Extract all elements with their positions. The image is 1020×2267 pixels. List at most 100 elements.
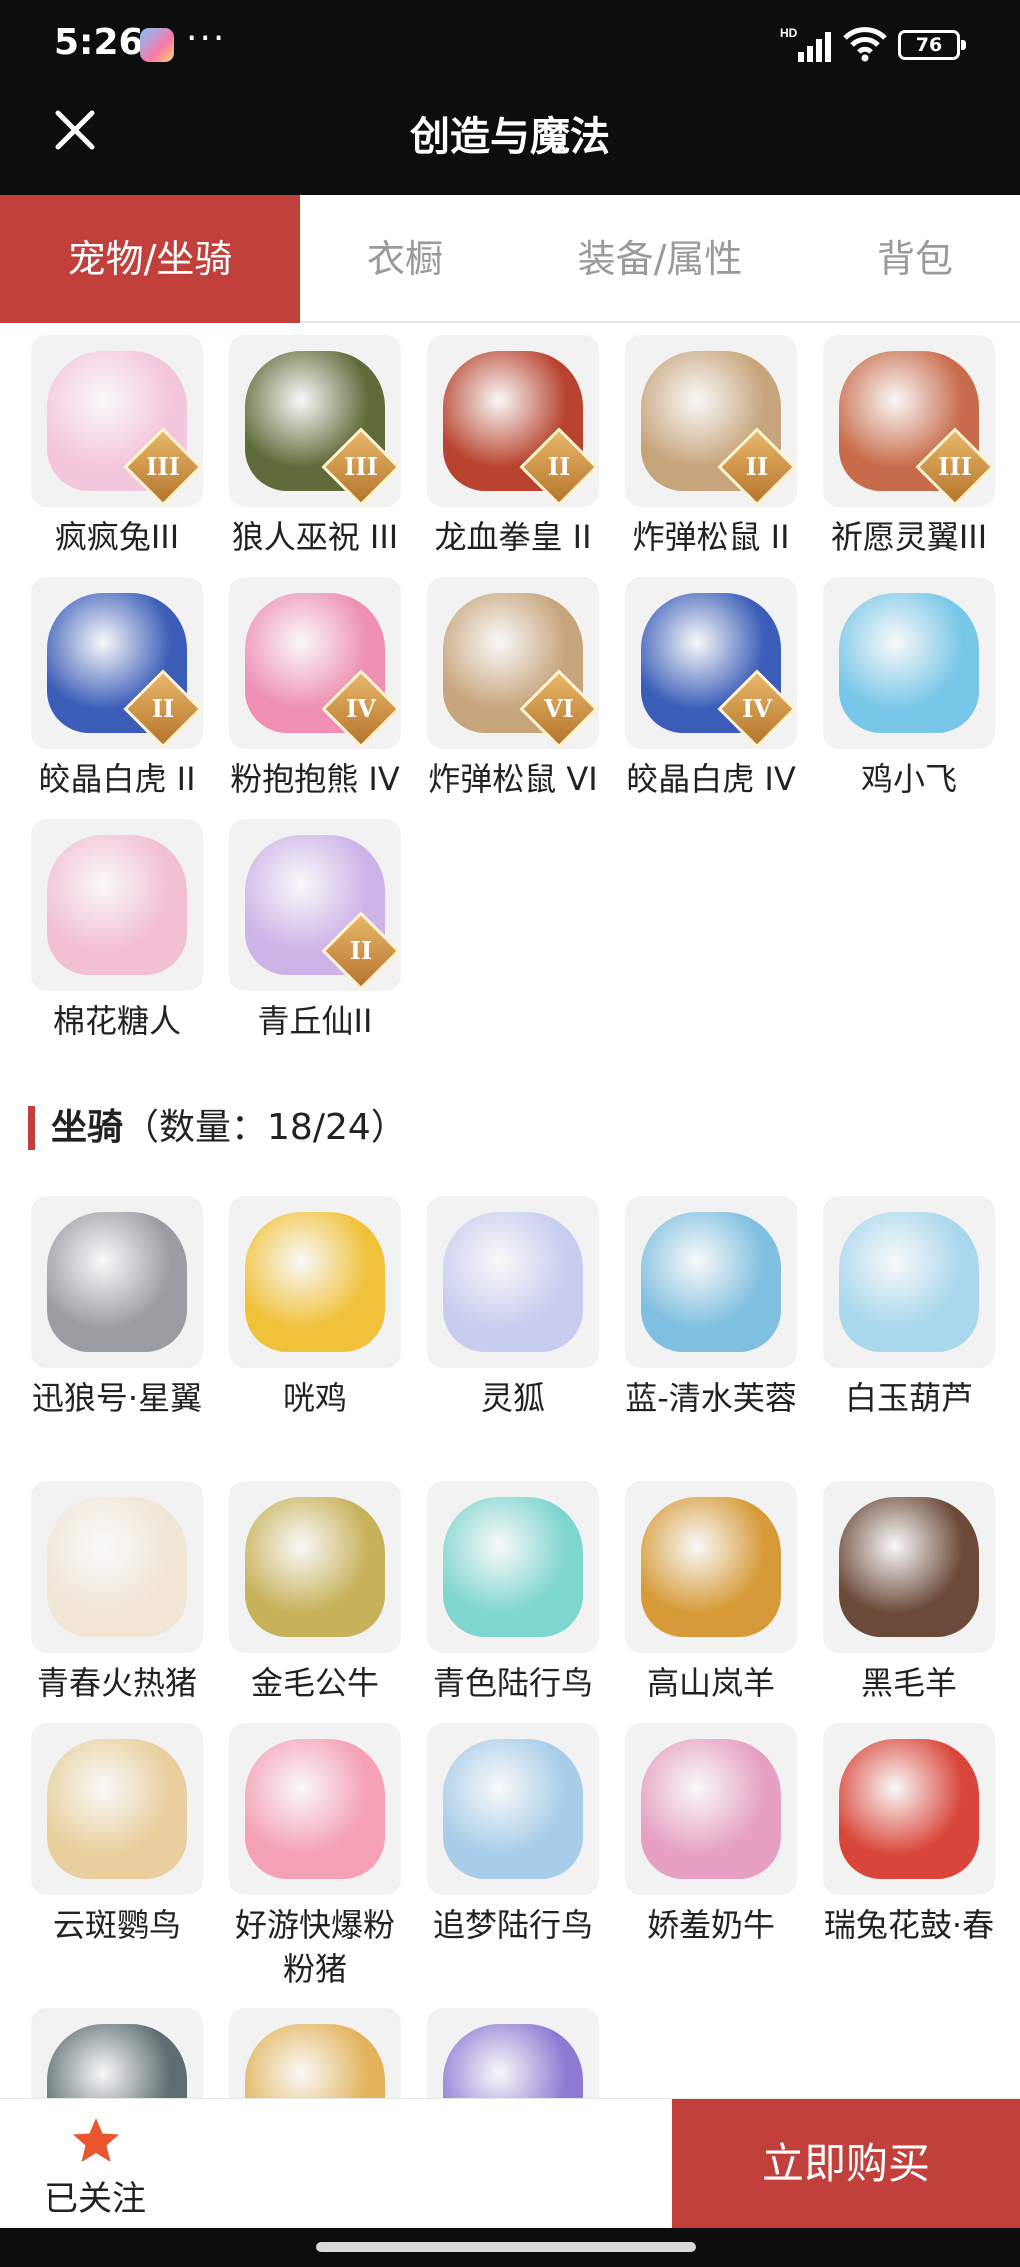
pet-thumbnail: III bbox=[229, 335, 401, 507]
pet-name: 粉抱抱熊 IV bbox=[230, 760, 400, 798]
pet-name: 炸弹松鼠 II bbox=[632, 518, 790, 556]
mount-thumbnail bbox=[229, 1481, 401, 1653]
pet-name: 狼人巫祝 III bbox=[231, 518, 399, 556]
signal-icon: HD bbox=[780, 26, 831, 62]
mount-item[interactable]: 瑞兔花鼓·春 bbox=[814, 1723, 1002, 1947]
pet-artwork bbox=[47, 835, 187, 975]
pet-thumbnail: VI bbox=[427, 577, 599, 749]
pet-item[interactable]: IV 粉抱抱熊 IV bbox=[220, 577, 410, 801]
home-indicator[interactable] bbox=[316, 2242, 696, 2252]
mounts-section-title: 坐骑 bbox=[51, 1107, 124, 1148]
mount-thumbnail bbox=[229, 1196, 401, 1368]
buy-now-button[interactable]: 立即购买 bbox=[672, 2099, 1020, 2229]
mount-artwork bbox=[443, 2024, 583, 2098]
rank-badge-label: IV bbox=[742, 694, 772, 723]
pet-item[interactable]: II 皎晶白虎 II bbox=[22, 577, 212, 801]
pet-item[interactable]: III 疯疯兔III bbox=[22, 335, 212, 559]
mount-name: 金毛公牛 bbox=[250, 1664, 379, 1702]
mount-name: 蓝-清水芙蓉 bbox=[625, 1379, 797, 1417]
mount-artwork bbox=[641, 1739, 781, 1879]
game-app-icon bbox=[140, 28, 174, 62]
mount-thumbnail bbox=[229, 1723, 401, 1895]
pet-grid: III 疯疯兔III III 狼人巫祝 III II 龙血拳皇 II II 炸弹松鼠 II II… bbox=[22, 335, 1002, 1055]
mount-grid: 迅狼号·星翼 咣鸡 灵狐 蓝-清水芙蓉 白玉葫芦青春火热猪 金毛公牛 青色陆行鸟 高山岚羊 黑毛… bbox=[22, 1196, 1002, 2098]
mount-thumbnail bbox=[823, 1723, 995, 1895]
mount-name: 高山岚羊 bbox=[646, 1664, 775, 1702]
mount-name: 迅狼号·星翼 bbox=[31, 1379, 203, 1417]
pet-item[interactable]: II 炸弹松鼠 II bbox=[616, 335, 806, 559]
mount-artwork bbox=[245, 1739, 385, 1879]
pet-item[interactable]: IV 皎晶白虎 IV bbox=[616, 577, 806, 801]
mount-artwork bbox=[641, 1497, 781, 1637]
pet-item[interactable]: II 青丘仙II bbox=[220, 819, 410, 1043]
top-bar: 5:26 ··· HD 76 创造与魔法 bbox=[0, 0, 1020, 195]
mount-thumbnail bbox=[625, 1723, 797, 1895]
status-time: 5:26 bbox=[54, 22, 144, 63]
mount-item[interactable]: 金毛公牛 bbox=[220, 1481, 410, 1705]
mount-thumbnail bbox=[31, 1196, 203, 1368]
mount-artwork bbox=[245, 1212, 385, 1352]
mount-item[interactable]: 蓝-清水芙蓉 bbox=[616, 1196, 806, 1420]
follow-button[interactable]: 已关注 bbox=[0, 2099, 190, 2229]
tab-pets-mounts[interactable]: 宠物/坐骑 bbox=[0, 195, 300, 323]
mount-thumbnail bbox=[229, 2008, 401, 2098]
mount-item[interactable] bbox=[418, 2008, 608, 2098]
tab-bar: 宠物/坐骑 衣橱 装备/属性 背包 bbox=[0, 195, 1020, 323]
pet-thumbnail: IV bbox=[625, 577, 797, 749]
mount-artwork bbox=[443, 1212, 583, 1352]
mount-item[interactable]: 高山岚羊 bbox=[616, 1481, 806, 1705]
wifi-icon bbox=[843, 27, 887, 62]
more-notifications-icon: ··· bbox=[186, 18, 227, 59]
rank-badge-label: III bbox=[146, 452, 180, 481]
mount-name: 瑞兔花鼓·春 bbox=[823, 1906, 995, 1944]
pet-item[interactable]: VI 炸弹松鼠 VI bbox=[418, 577, 608, 801]
mount-name: 青春火热猪 bbox=[36, 1664, 197, 1702]
mount-thumbnail bbox=[823, 1481, 995, 1653]
mount-thumbnail bbox=[427, 1723, 599, 1895]
rank-badge-label: II bbox=[151, 694, 175, 723]
mount-item[interactable] bbox=[220, 2008, 410, 2098]
mount-item[interactable]: 青春火热猪 bbox=[22, 1481, 212, 1705]
tab-wardrobe[interactable]: 衣橱 bbox=[300, 195, 510, 323]
rank-badge-label: III bbox=[938, 452, 972, 481]
mount-name: 云斑鹦鸟 bbox=[52, 1906, 181, 1944]
mount-name: 青色陆行鸟 bbox=[432, 1664, 593, 1702]
mount-item[interactable]: 娇羞奶牛 bbox=[616, 1723, 806, 1947]
mount-name: 黑毛羊 bbox=[860, 1664, 957, 1702]
mount-item[interactable]: 好游快爆粉粉猪 bbox=[220, 1723, 410, 1991]
pet-name: 祈愿灵翼III bbox=[830, 518, 988, 556]
mount-name: 灵狐 bbox=[480, 1379, 545, 1417]
mount-item[interactable]: 白玉葫芦 bbox=[814, 1196, 1002, 1420]
star-icon bbox=[73, 2118, 119, 2162]
mount-item[interactable]: 青色陆行鸟 bbox=[418, 1481, 608, 1705]
mount-artwork bbox=[443, 1497, 583, 1637]
mount-artwork bbox=[245, 2024, 385, 2098]
mount-artwork bbox=[839, 1497, 979, 1637]
pet-artwork bbox=[839, 593, 979, 733]
mount-name: 追梦陆行鸟 bbox=[432, 1906, 593, 1944]
pet-item[interactable]: III 祈愿灵翼III bbox=[814, 335, 1004, 559]
pet-thumbnail: II bbox=[427, 335, 599, 507]
mount-thumbnail bbox=[427, 1481, 599, 1653]
mount-item[interactable]: 云斑鹦鸟 bbox=[22, 1723, 212, 1947]
rank-badge-label: II bbox=[349, 936, 373, 965]
rank-badge-label: VI bbox=[544, 694, 574, 723]
pet-item[interactable]: 鸡小飞 bbox=[814, 577, 1004, 801]
mount-artwork bbox=[839, 1212, 979, 1352]
pet-item[interactable]: II 龙血拳皇 II bbox=[418, 335, 608, 559]
mount-artwork bbox=[443, 1739, 583, 1879]
pet-item[interactable]: III 狼人巫祝 III bbox=[220, 335, 410, 559]
mount-item[interactable]: 迅狼号·星翼 bbox=[22, 1196, 212, 1420]
mount-item[interactable]: 咣鸡 bbox=[220, 1196, 410, 1420]
pet-thumbnail: III bbox=[31, 335, 203, 507]
mount-item[interactable] bbox=[22, 2008, 212, 2098]
mount-item[interactable]: 灵狐 bbox=[418, 1196, 608, 1420]
tab-equipment[interactable]: 装备/属性 bbox=[510, 195, 810, 323]
tab-backpack[interactable]: 背包 bbox=[810, 195, 1020, 323]
mount-artwork bbox=[47, 1212, 187, 1352]
mount-item[interactable]: 黑毛羊 bbox=[814, 1481, 1002, 1705]
mount-item[interactable]: 追梦陆行鸟 bbox=[418, 1723, 608, 1947]
pet-item[interactable]: 棉花糖人 bbox=[22, 819, 212, 1043]
pet-name: 炸弹松鼠 VI bbox=[428, 760, 598, 798]
mount-thumbnail bbox=[31, 1723, 203, 1895]
